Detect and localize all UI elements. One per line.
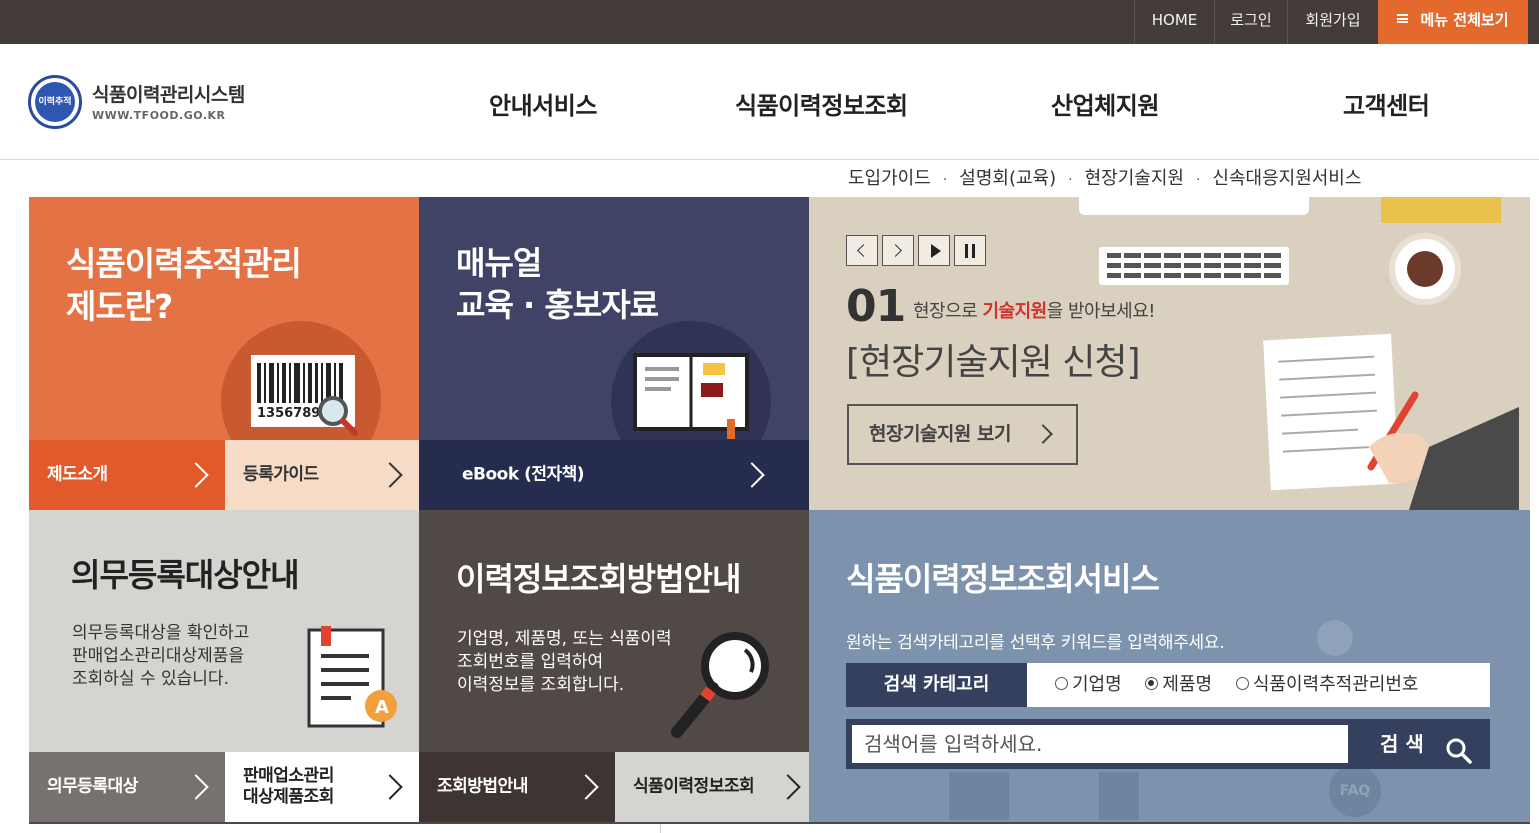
nav-guide-service[interactable]: 안내서비스 — [489, 86, 597, 121]
signup-link[interactable]: 회원가입 — [1287, 0, 1378, 44]
ebook-button[interactable]: eBook (전자책) — [419, 440, 809, 510]
banner-number: 01 — [846, 281, 906, 332]
coffee-cup-icon — [1389, 233, 1461, 305]
tile-search-service: FAQ 식품이력정보조회서비스 원하는 검색카테고리를 선택후 키워드를 입력해… — [809, 510, 1530, 822]
subnav-rapid-response[interactable]: 신속대응지원서비스 — [1212, 164, 1361, 190]
open-book-icon — [631, 347, 751, 439]
bg-note-shape — [949, 772, 1009, 820]
tile-lookup-method-title: 이력정보조회방법안내 — [456, 560, 741, 598]
subnav-onsite-support[interactable]: 현장기술지원 — [1085, 164, 1184, 190]
login-link[interactable]: 로그인 — [1214, 0, 1287, 44]
tile-mandatory-registration: 의무등록대상안내 의무등록대상을 확인하고 판매업소관리대상제품을 조회하실 수 있… — [29, 510, 419, 822]
bg-faq-icon: FAQ — [1329, 765, 1381, 817]
tile-system-intro-title: 식품이력추적관리 제도란? — [66, 244, 302, 326]
home-link[interactable]: HOME — [1134, 0, 1214, 44]
subnav-briefing[interactable]: 설명회(교육) — [959, 164, 1056, 190]
radio-checked-icon — [1145, 676, 1159, 690]
chevron-right-icon — [739, 462, 765, 488]
bg-doc-shape — [1099, 772, 1139, 820]
search-button[interactable]: 검 색 — [1350, 719, 1490, 769]
bg-toggle-shape — [1317, 620, 1353, 656]
slide-pause-button[interactable] — [954, 235, 986, 266]
radio-company[interactable]: 기업명 — [1055, 674, 1122, 695]
lookup-method-button[interactable]: 조회방법안내 — [419, 752, 615, 822]
document-check-icon: A — [301, 624, 411, 734]
monitor-shape — [1079, 197, 1309, 215]
chevron-right-icon — [1033, 424, 1053, 444]
subnav-intro-guide[interactable]: 도입가이드 — [848, 164, 931, 190]
search-magnifier-icon — [669, 628, 779, 743]
nav-food-history-lookup[interactable]: 식품이력정보조회 — [735, 86, 908, 121]
chevron-right-icon — [775, 774, 801, 800]
radio-unchecked-icon — [1235, 676, 1249, 690]
footer-divider — [660, 824, 661, 833]
site-header: 이력추적 식품이력관리시스템 WWW.TFOOD.GO.KR 안내서비스 식품이… — [0, 44, 1539, 160]
search-category-label: 검색 카테고리 — [846, 663, 1027, 707]
logo-title[interactable]: 식품이력관리시스템 — [92, 80, 245, 107]
logo-url: WWW.TFOOD.GO.KR — [92, 109, 226, 122]
chevron-right-icon — [377, 462, 403, 488]
tile-manual: 매뉴얼 교육 · 홍보자료 eBook (전자책) — [419, 197, 809, 510]
hamburger-icon — [1397, 14, 1409, 23]
onsite-support-view-button[interactable]: 현장기술지원 보기 — [847, 404, 1078, 465]
logo-emblem-icon[interactable]: 이력추적 — [28, 75, 82, 129]
slide-play-button[interactable] — [918, 235, 950, 266]
search-box: 검 색 — [846, 719, 1490, 769]
radio-trace-number[interactable]: 식품이력추적관리번호 — [1235, 674, 1418, 695]
search-service-desc: 원하는 검색카테고리를 선택후 키워드를 입력해주세요. — [846, 633, 1225, 653]
chevron-right-icon — [183, 774, 209, 800]
search-service-title: 식품이력정보조회서비스 — [846, 560, 1160, 598]
nav-industry-support[interactable]: 산업체지원 — [1051, 86, 1159, 121]
chevron-right-icon — [573, 774, 599, 800]
system-intro-button[interactable]: 제도소개 — [29, 440, 225, 510]
radio-product[interactable]: 제품명 — [1145, 674, 1212, 695]
banner-headline: [현장기술지원 신청] — [846, 342, 1140, 383]
nav-customer-center[interactable]: 고객센터 — [1343, 86, 1430, 121]
top-utility-bar: HOME 로그인 회원가입 메뉴 전체보기 — [0, 0, 1539, 44]
banner-onsite-support: 01 현장으로 기술지원을 받아보세요! [현장기술지원 신청] 현장기술지원 … — [809, 197, 1530, 510]
sub-navigation: 도입가이드 · 설명회(교육) · 현장기술지원 · 신속대응지원서비스 — [848, 164, 1361, 190]
banner-subtitle: 현장으로 기술지원을 받아보세요! — [913, 301, 1156, 322]
tile-system-intro: 식품이력추적관리 제도란? 1356789 제도소개 등록가이드 — [29, 197, 419, 510]
slide-next-button[interactable] — [882, 235, 914, 266]
search-icon — [1446, 732, 1472, 764]
tile-mandatory-title: 의무등록대상안내 — [71, 556, 300, 594]
mandatory-target-button[interactable]: 의무등록대상 — [29, 752, 225, 822]
keyboard-icon — [1099, 247, 1289, 285]
notebook-shape — [1381, 197, 1501, 223]
tile-manual-title: 매뉴얼 교육 · 홍보자료 — [456, 244, 659, 324]
tile-lookup-method: 이력정보조회방법안내 기업명, 제품명, 또는 식품이력 조회번호를 입력하여 이력… — [419, 510, 809, 822]
search-category-options: 기업명 제품명 식품이력추적관리번호 — [1027, 663, 1490, 707]
search-input[interactable] — [852, 725, 1348, 763]
chevron-right-icon — [183, 462, 209, 488]
magnifier-icon — [315, 393, 359, 437]
hand-pencil-icon — [1349, 387, 1519, 510]
tile-lookup-method-desc: 기업명, 제품명, 또는 식품이력 조회번호를 입력하여 이력정보를 조회합니다. — [457, 629, 672, 695]
registration-guide-button[interactable]: 등록가이드 — [225, 440, 419, 510]
retail-product-lookup-button[interactable]: 판매업소관리 대상제품조회 — [225, 752, 419, 822]
tile-mandatory-desc: 의무등록대상을 확인하고 판매업소관리대상제품을 조회하실 수 있습니다. — [72, 623, 250, 689]
food-history-lookup-button[interactable]: 식품이력정보조회 — [615, 752, 809, 822]
slide-prev-button[interactable] — [846, 235, 878, 266]
bottom-divider — [29, 822, 1530, 824]
svg-text:A: A — [375, 697, 389, 718]
menu-all-button[interactable]: 메뉴 전체보기 — [1378, 0, 1528, 44]
chevron-right-icon — [377, 774, 403, 800]
radio-unchecked-icon — [1055, 676, 1068, 690]
